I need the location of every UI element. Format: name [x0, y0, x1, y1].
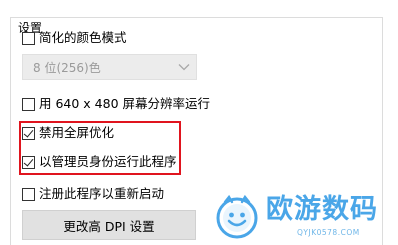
- compatibility-settings-page: 设置 简化的颜色模式 8 位(256)色 用 640 x 480 屏幕分辨率运行…: [0, 0, 398, 245]
- chevron-down-icon: [178, 64, 190, 71]
- watermark-subtitle: QYJK0578.COM: [297, 228, 360, 237]
- low-resolution-checkbox[interactable]: [22, 97, 35, 111]
- reduced-color-mode-checkbox[interactable]: [22, 31, 35, 45]
- reduced-color-mode-option[interactable]: 简化的颜色模式: [22, 30, 127, 46]
- watermark-title: 欧游数码: [266, 194, 378, 225]
- highlight-box: [19, 121, 181, 175]
- watermark: 欧游数码 QYJK0578.COM: [213, 193, 398, 245]
- reduced-color-mode-label: 简化的颜色模式: [39, 30, 127, 45]
- low-resolution-label: 用 640 x 480 屏幕分辨率运行: [39, 96, 211, 111]
- register-restart-option[interactable]: 注册此程序以重新启动: [22, 186, 164, 202]
- register-restart-label: 注册此程序以重新启动: [39, 186, 165, 201]
- smiley-logo-icon: [216, 194, 258, 239]
- color-mode-value: 8 位(256)色: [33, 60, 101, 75]
- low-resolution-option[interactable]: 用 640 x 480 屏幕分辨率运行: [22, 96, 210, 112]
- register-restart-checkbox[interactable]: [22, 187, 35, 201]
- change-high-dpi-settings-button[interactable]: 更改高 DPI 设置: [22, 210, 196, 240]
- color-mode-dropdown: 8 位(256)色: [22, 54, 197, 80]
